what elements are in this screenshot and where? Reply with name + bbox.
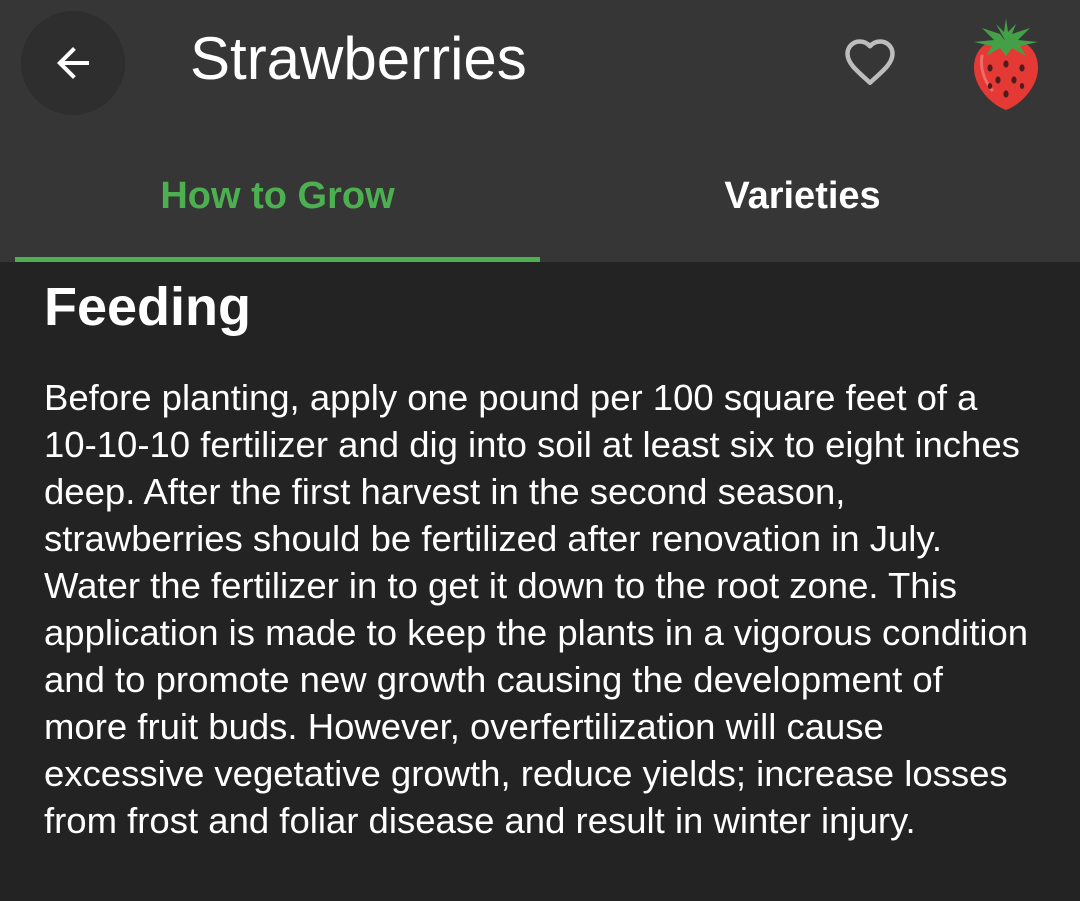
heart-outline-icon [840,32,900,97]
page-title: Strawberries [190,25,527,92]
tab-how-to-grow[interactable]: How to Grow [15,170,540,262]
section-body-text: Before planting, apply one pound per 100… [44,377,1029,841]
arrow-left-icon [49,39,97,87]
back-button[interactable] [21,11,125,115]
favorite-button[interactable] [838,34,902,94]
app-screen: Strawberries How to Grow Varieties Feedi… [0,0,1080,901]
tab-varieties[interactable]: Varieties [540,170,1065,262]
section-heading: Feeding [44,277,252,337]
app-bar: Strawberries How to Grow Varieties [0,0,1080,262]
strawberry-icon [968,16,1044,112]
content-area: Feeding Before planting, apply one pound… [44,262,1044,844]
